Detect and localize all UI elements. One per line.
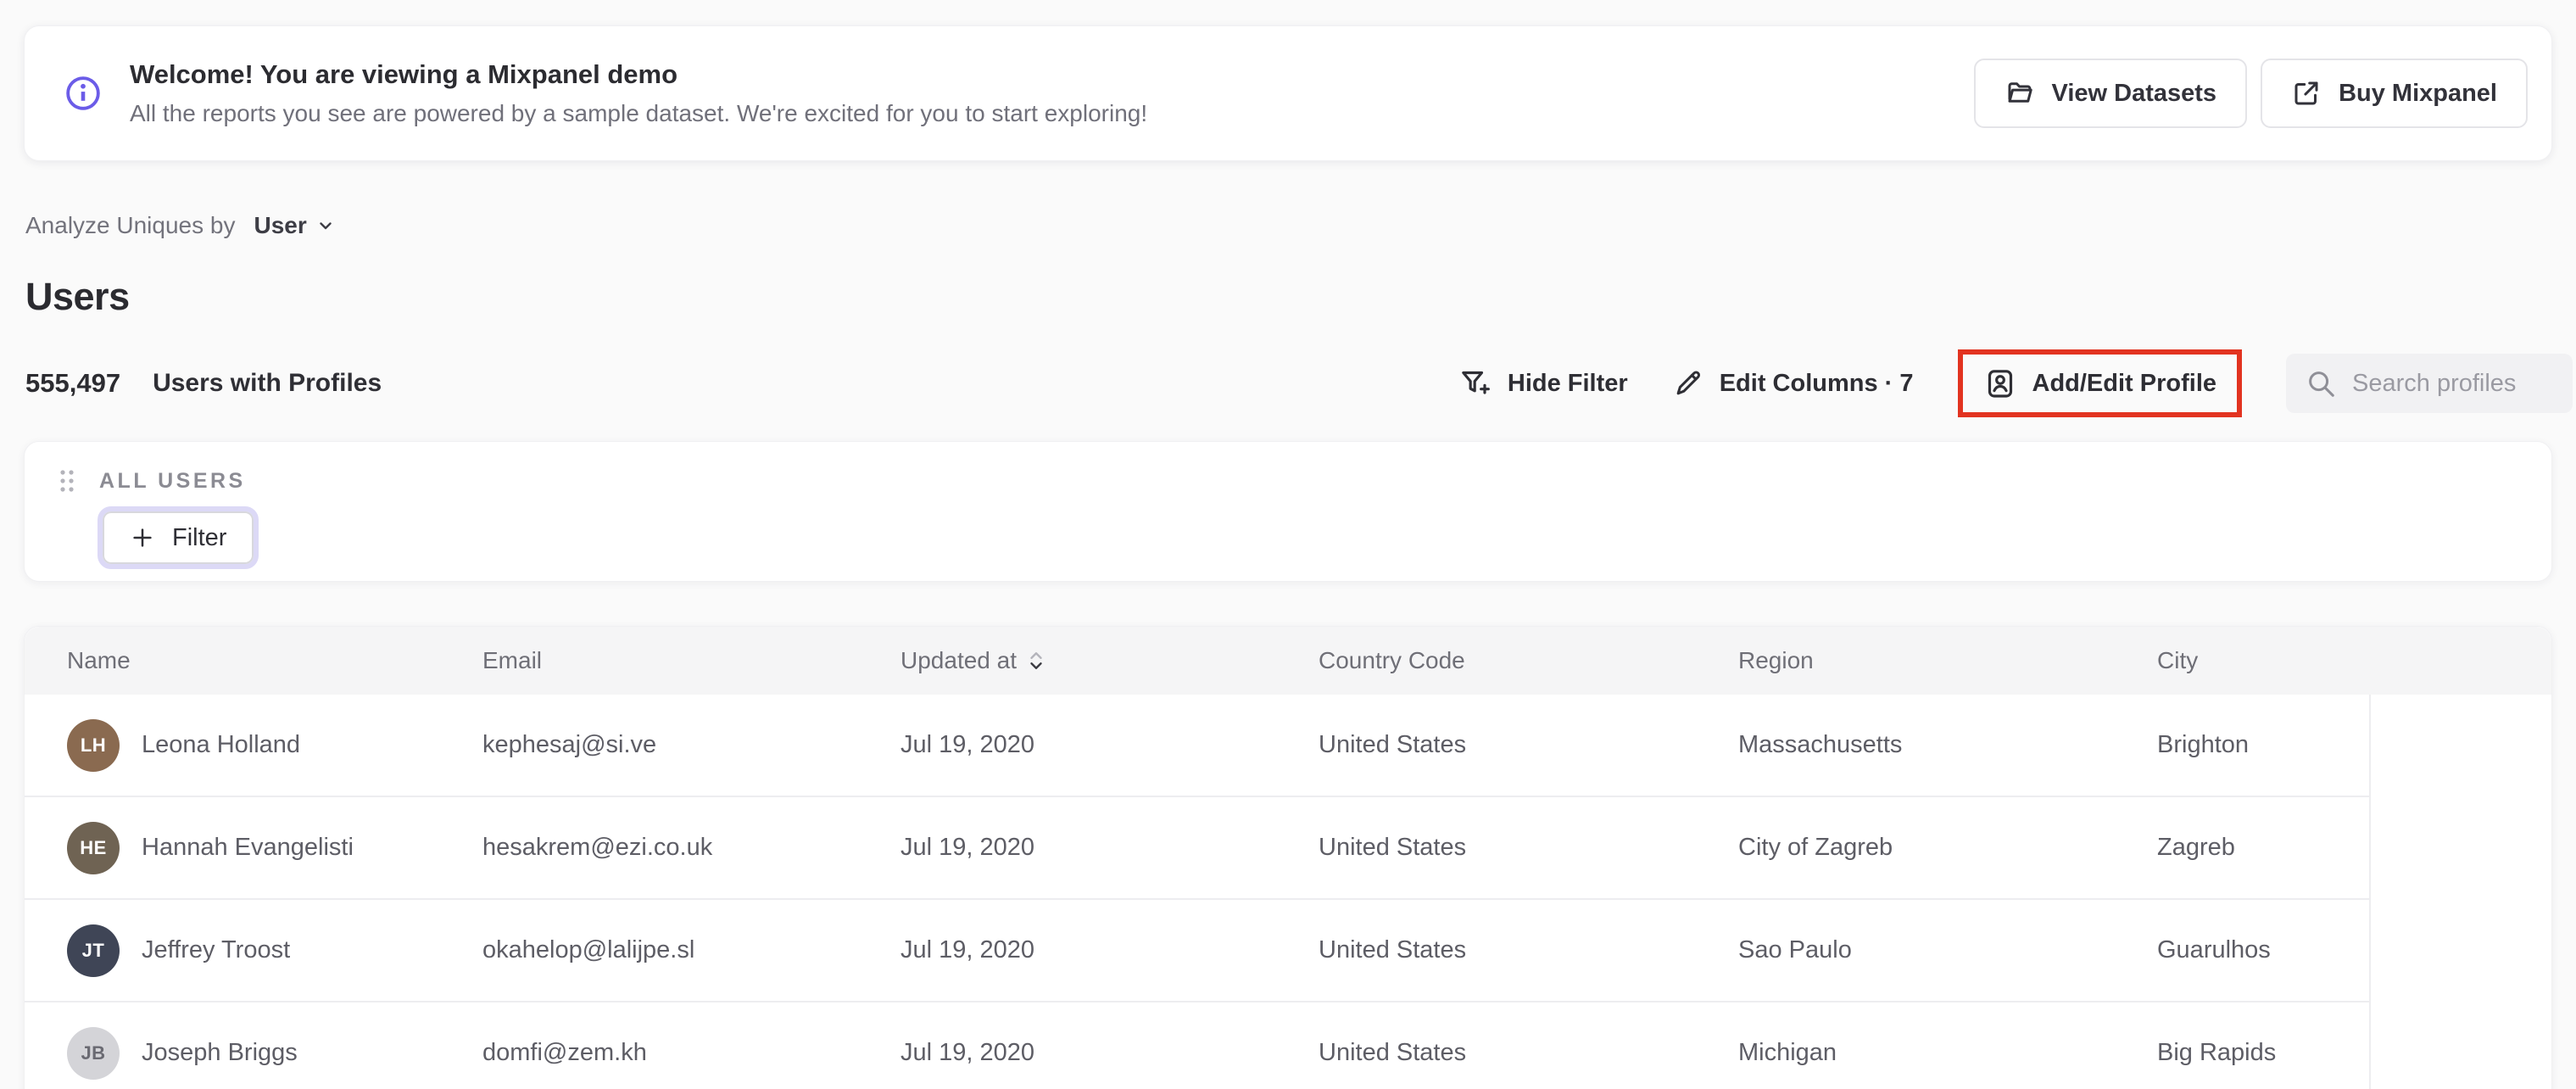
cell-email: kephesaj@si.ve [482,731,657,758]
banner-subtitle: All the reports you see are powered by a… [130,100,1148,126]
drag-handle-icon[interactable] [57,467,77,494]
cell-region: Sao Paulo [1738,936,1852,963]
table-body: LH Leona Holland kephesaj@si.ve Jul 19, … [25,695,2371,1089]
cell-updated-at: Jul 19, 2020 [900,834,1035,861]
cell-email: hesakrem@ezi.co.uk [482,834,713,861]
page-title: Users [25,275,130,318]
table-row[interactable]: LH Leona Holland kephesaj@si.ve Jul 19, … [25,695,2369,797]
buy-mixpanel-label: Buy Mixpanel [2339,79,2497,107]
table-header-row: Name Email Updated at Country Code Regio… [25,627,2551,695]
cell-updated-at: Jul 19, 2020 [900,1039,1035,1066]
cell-name: Leona Holland [142,731,301,758]
cell-updated-at: Jul 19, 2020 [900,936,1035,963]
cell-city: Brighton [2157,731,2250,758]
edit-columns-button[interactable]: Edit Columns · 7 [1672,367,1914,399]
cell-city: Big Rapids [2157,1039,2277,1066]
filter-button-focus-ring: Filter [98,506,259,569]
cell-email: domfi@zem.kh [482,1039,647,1066]
edit-columns-label: Edit Columns · 7 [1719,369,1914,397]
search-icon [2305,367,2337,399]
cell-country-code: United States [1319,1039,1467,1066]
cell-country-code: United States [1319,731,1467,758]
info-icon [64,74,103,113]
funnel-icon [1458,366,1492,400]
cell-region: Massachusetts [1738,731,1903,758]
view-datasets-button[interactable]: View Datasets [1973,59,2248,128]
column-header-region[interactable]: Region [1696,647,2115,674]
cell-name: Joseph Briggs [142,1039,298,1066]
pencil-icon [1672,367,1704,399]
users-table: Name Email Updated at Country Code Regio… [24,626,2552,1089]
add-edit-profile-button[interactable]: Add/Edit Profile [1983,366,2217,400]
add-filter-button[interactable]: Filter [103,511,254,564]
analyze-uniques-label: Analyze Uniques by [25,212,236,238]
cell-name: Hannah Evangelisti [142,834,354,861]
red-annotation-box: Add/Edit Profile [1957,349,2242,417]
avatar: JT [67,924,120,977]
avatar: HE [67,821,120,874]
add-edit-profile-label: Add/Edit Profile [2032,369,2217,397]
table-row[interactable]: JB Joseph Briggs domfi@zem.kh Jul 19, 20… [25,1002,2369,1089]
table-row[interactable]: JT Jeffrey Troost okahelop@lalijpe.sl Ju… [25,900,2369,1002]
all-users-filter-card: ALL USERS Filter [24,441,2552,582]
search-profiles-input[interactable] [2352,369,2554,398]
hide-filter-button[interactable]: Hide Filter [1458,366,1628,400]
avatar: LH [67,718,120,772]
add-filter-label: Filter [172,523,227,551]
analyze-entity-value: User [254,212,307,238]
table-row[interactable]: HE Hannah Evangelisti hesakrem@ezi.co.uk… [25,797,2369,900]
avatar: JB [67,1026,120,1080]
column-header-updated-at[interactable]: Updated at [858,646,1276,675]
chevron-down-icon [315,215,336,236]
search-profiles-box[interactable] [2286,354,2573,413]
cell-email: okahelop@lalijpe.sl [482,936,695,963]
column-header-name[interactable]: Name [25,647,440,674]
cell-country-code: United States [1319,936,1467,963]
analyze-entity-dropdown[interactable]: User [254,212,335,239]
user-count-label: Users with Profiles [153,369,382,397]
cell-region: City of Zagreb [1738,834,1893,861]
hide-filter-label: Hide Filter [1507,369,1628,397]
cell-updated-at: Jul 19, 2020 [900,731,1035,758]
demo-banner: Welcome! You are viewing a Mixpanel demo… [24,25,2552,161]
cell-region: Michigan [1738,1039,1837,1066]
contact-card-icon [1983,366,2017,400]
column-header-email[interactable]: Email [440,647,858,674]
all-users-section-label: ALL USERS [99,468,246,493]
buy-mixpanel-button[interactable]: Buy Mixpanel [2261,59,2528,128]
cell-city: Guarulhos [2157,936,2271,963]
column-header-city[interactable]: City [2115,647,2551,674]
cell-country-code: United States [1319,834,1467,861]
plus-icon [130,525,155,550]
sort-icon [1027,646,1045,675]
user-count: 555,497 [25,368,121,398]
cell-city: Zagreb [2157,834,2235,861]
column-header-country-code[interactable]: Country Code [1276,647,1696,674]
external-link-icon [2291,78,2322,109]
folder-icon [2004,78,2035,109]
cell-name: Jeffrey Troost [142,936,291,963]
view-datasets-label: View Datasets [2051,79,2217,107]
banner-title: Welcome! You are viewing a Mixpanel demo [130,59,678,89]
